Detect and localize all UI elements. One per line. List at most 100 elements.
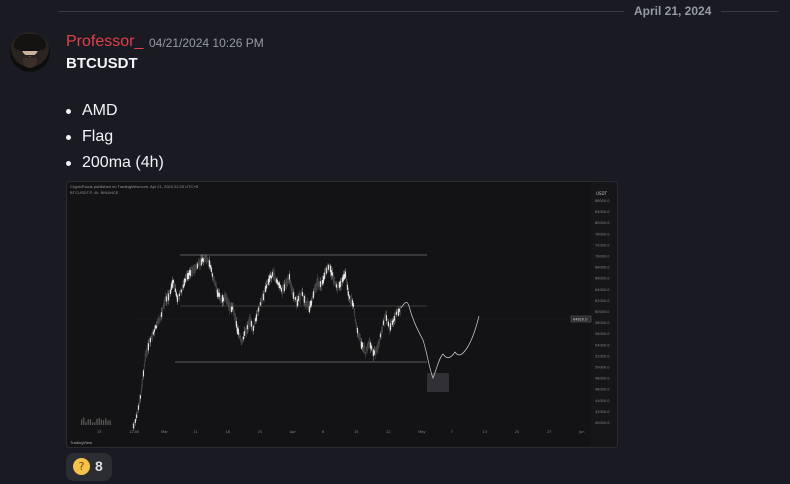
candle-body (345, 279, 348, 283)
candle-body (301, 292, 304, 297)
reaction-count: 8 (95, 458, 103, 474)
candle-body (268, 275, 271, 283)
candle-body (183, 278, 186, 286)
candle-body (258, 306, 261, 311)
time-tick-label: Mar (161, 430, 168, 434)
candle-body (284, 282, 287, 288)
candle-body (313, 288, 316, 294)
candle-body (311, 296, 314, 299)
candle-body (135, 414, 138, 418)
candle-body (217, 292, 220, 297)
candle-body (156, 320, 159, 326)
reaction-button[interactable]: ? 8 (66, 453, 112, 481)
date-divider-label: April 21, 2024 (624, 4, 722, 18)
candle-body (287, 278, 290, 282)
candle-body (386, 319, 389, 325)
time-tick-label: 15 (97, 430, 101, 434)
candle-body (146, 345, 149, 352)
candle-body (189, 270, 192, 277)
candle-body (344, 271, 347, 278)
candle-body (380, 330, 383, 336)
candle-body (320, 283, 323, 290)
candle-body (206, 258, 209, 262)
candle-body (273, 273, 276, 281)
candle-body (203, 255, 206, 262)
candle-body (349, 296, 352, 303)
candle-body (384, 313, 387, 317)
candle-body (257, 307, 260, 312)
candle-body (248, 317, 251, 325)
candle-body (348, 295, 351, 299)
candle-body (377, 341, 380, 348)
candle-body (157, 319, 160, 324)
candle-body (392, 319, 395, 323)
candle-body (136, 413, 139, 417)
candle-body (397, 309, 400, 316)
candle-body (342, 274, 345, 281)
candle-body (370, 345, 373, 350)
candle-body (239, 336, 242, 340)
candle-body (321, 280, 324, 285)
candle-body (246, 325, 249, 330)
candle-body (394, 313, 397, 320)
candle-body (357, 334, 360, 338)
candle-body (396, 309, 399, 314)
time-tick-label: 22 (386, 430, 390, 434)
list-item-text: Flag (82, 128, 114, 145)
candle-body (179, 290, 182, 294)
projection-path (400, 302, 480, 379)
candle-body (306, 301, 309, 305)
candle-body (310, 300, 313, 306)
avatar[interactable] (10, 32, 50, 72)
volume-bar (87, 419, 89, 425)
candle-body (213, 279, 216, 284)
candle-body (194, 265, 197, 271)
candle-body (300, 291, 303, 295)
candle-body (140, 388, 143, 393)
message-timestamp[interactable]: 04/21/2024 10:26 PM (149, 36, 264, 50)
candle-body (395, 311, 398, 315)
candle-body (267, 278, 270, 285)
time-tick-label: Apr (290, 430, 297, 434)
bullet-icon (66, 109, 71, 114)
candle-body (297, 296, 300, 301)
candle-body (399, 306, 402, 313)
price-tick-label: 88000.0 (595, 199, 609, 203)
candle-body (182, 284, 185, 288)
candle-body (170, 283, 173, 290)
candle-body (201, 257, 204, 262)
candle-body (328, 264, 331, 267)
candle-body (337, 284, 340, 288)
time-tick-label: 25 (258, 430, 262, 434)
chart-image-attachment[interactable]: USDT 88000.0 84000.0 80000.0 76000.0 72000.0 7… (66, 181, 618, 448)
price-tick-label: 48000.0 (595, 377, 609, 381)
candle-body (298, 293, 301, 300)
candle-body (334, 282, 337, 286)
candle-body (227, 301, 230, 307)
candle-body (196, 263, 199, 269)
candle-body (225, 294, 228, 303)
candle-body (356, 328, 359, 334)
candle-body (326, 265, 329, 272)
candle-body (210, 267, 213, 273)
candle-body (283, 284, 286, 292)
candle-body (265, 284, 268, 289)
candle-body (238, 333, 241, 338)
author-name[interactable]: Professor_ (66, 33, 143, 51)
time-tick-label: 15 (354, 430, 358, 434)
candle-body (303, 296, 306, 303)
list-item-text: 200ma (4h) (82, 154, 164, 171)
chat-message: Professor_ 04/21/2024 10:26 PM BTCUSDT A… (0, 28, 790, 484)
candle-body (314, 284, 317, 292)
candle-body (223, 295, 226, 299)
volume-bar (98, 417, 100, 425)
candle-body (185, 275, 188, 280)
candle-body (324, 270, 327, 276)
candle-body (232, 307, 235, 312)
candle-body (255, 314, 258, 321)
price-tick-label: 50000.0 (595, 366, 609, 370)
candle-body (214, 283, 217, 287)
candle-body (281, 287, 284, 294)
price-tick-label: 56000.0 (595, 332, 609, 336)
candle-body (299, 294, 302, 301)
